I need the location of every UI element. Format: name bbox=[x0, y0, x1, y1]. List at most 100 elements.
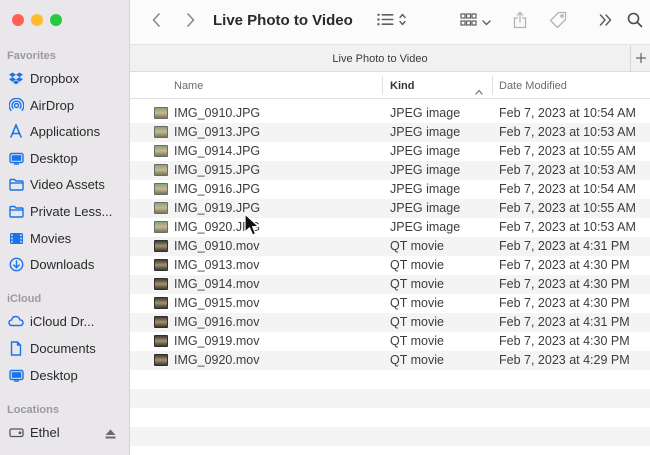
column-header-date-modified[interactable]: Date Modified bbox=[499, 80, 567, 92]
view-options-button[interactable] bbox=[372, 10, 410, 34]
file-row[interactable]: IMG_0913.JPG JPEG image Feb 7, 2023 at 10:… bbox=[130, 123, 650, 142]
sidebar-item-label: Desktop bbox=[30, 367, 78, 383]
list-view-icon bbox=[376, 13, 394, 31]
window-title: Live Photo to Video bbox=[213, 12, 353, 29]
sidebar-item-label: Dropbox bbox=[30, 70, 80, 86]
plus-icon bbox=[635, 50, 646, 68]
file-row[interactable]: IMG_0916.JPG JPEG image Feb 7, 2023 at 10:… bbox=[130, 180, 650, 199]
sidebar-item-downloads[interactable]: Downloads bbox=[0, 253, 129, 275]
column-divider[interactable] bbox=[492, 76, 493, 95]
file-row[interactable]: IMG_0915.JPG JPEG image Feb 7, 2023 at 10:… bbox=[130, 161, 650, 180]
file-row[interactable]: IMG_0914.mov QT movie Feb 7, 2023 at 4:30 … bbox=[130, 275, 650, 294]
icloud-section-title: iCloud bbox=[7, 293, 42, 305]
sidebar-item-label: Downloads bbox=[30, 256, 95, 272]
sidebar-item-airdrop[interactable]: AirDrop bbox=[0, 94, 129, 116]
forward-button[interactable] bbox=[180, 10, 200, 34]
new-tab-button[interactable] bbox=[630, 45, 650, 72]
eject-icon[interactable] bbox=[105, 426, 116, 444]
file-row[interactable]: IMG_0910.JPG JPEG image Feb 7, 2023 at 10:… bbox=[130, 104, 650, 123]
file-kind: JPEG image bbox=[390, 106, 461, 120]
file-name: IMG_0913.JPG bbox=[174, 125, 261, 139]
movies-icon bbox=[8, 230, 24, 246]
file-kind: JPEG image bbox=[390, 201, 461, 215]
image-thumbnail-icon bbox=[154, 126, 168, 138]
chevron-left-icon bbox=[152, 12, 161, 32]
file-row[interactable]: IMG_0920.mov QT movie Feb 7, 2023 at 4:29 … bbox=[130, 351, 650, 370]
tag-button[interactable] bbox=[546, 10, 570, 34]
toolbar: Live Photo to Video bbox=[130, 0, 650, 44]
file-kind: QT movie bbox=[390, 239, 444, 253]
applications-icon bbox=[8, 123, 24, 139]
file-date-modified: Feb 7, 2023 at 4:30 PM bbox=[499, 258, 630, 272]
file-row[interactable]: IMG_0913.mov QT movie Feb 7, 2023 at 4:30 … bbox=[130, 256, 650, 275]
close-window-button[interactable] bbox=[12, 14, 24, 26]
file-kind: JPEG image bbox=[390, 125, 461, 139]
file-date-modified: Feb 7, 2023 at 4:30 PM bbox=[499, 296, 630, 310]
file-date-modified: Feb 7, 2023 at 4:30 PM bbox=[499, 334, 630, 348]
file-name: IMG_0915.mov bbox=[174, 296, 260, 310]
minimize-window-button[interactable] bbox=[31, 14, 43, 26]
column-header-name[interactable]: Name bbox=[174, 80, 203, 92]
file-row[interactable]: IMG_0914.JPG JPEG image Feb 7, 2023 at 10:… bbox=[130, 142, 650, 161]
sidebar-item-icloud-desktop[interactable]: Desktop bbox=[0, 364, 129, 386]
file-kind: JPEG image bbox=[390, 163, 461, 177]
sidebar-item-icloud-drive[interactable]: iCloud Dr... bbox=[0, 310, 129, 332]
mouse-cursor-icon bbox=[244, 213, 260, 242]
chevron-right-icon bbox=[186, 12, 195, 32]
sidebar-item-applications[interactable]: Applications bbox=[0, 120, 129, 142]
file-date-modified: Feb 7, 2023 at 10:53 AM bbox=[499, 220, 636, 234]
file-name: IMG_0915.JPG bbox=[174, 163, 261, 177]
file-date-modified: Feb 7, 2023 at 10:55 AM bbox=[499, 201, 636, 215]
file-row[interactable]: IMG_0919.JPG JPEG image Feb 7, 2023 at 10:… bbox=[130, 199, 650, 218]
document-icon bbox=[8, 340, 24, 356]
folder-icon bbox=[8, 176, 24, 192]
tab-bar: Live Photo to Video bbox=[130, 44, 650, 72]
desktop-icon bbox=[8, 367, 24, 383]
window-controls bbox=[12, 14, 62, 26]
icloud-icon bbox=[8, 313, 24, 329]
file-row[interactable]: IMG_0920.JPG JPEG image Feb 7, 2023 at 10:… bbox=[130, 218, 650, 237]
column-divider[interactable] bbox=[382, 76, 383, 95]
more-toolbar-button[interactable] bbox=[596, 10, 614, 34]
sidebar-item-label: Movies bbox=[30, 230, 72, 246]
group-button[interactable] bbox=[456, 10, 494, 34]
file-row[interactable]: IMG_0916.mov QT movie Feb 7, 2023 at 4:31 … bbox=[130, 313, 650, 332]
chevron-down-icon bbox=[481, 13, 491, 31]
file-date-modified: Feb 7, 2023 at 4:30 PM bbox=[499, 277, 630, 291]
movie-thumbnail-icon bbox=[154, 316, 168, 328]
sidebar-item-private-lessons[interactable]: Private Less... bbox=[0, 200, 129, 222]
file-date-modified: Feb 7, 2023 at 10:54 AM bbox=[499, 182, 636, 196]
sidebar-item-label: Video Assets bbox=[30, 176, 105, 192]
share-button[interactable] bbox=[508, 10, 532, 34]
tab-live-photo-to-video[interactable]: Live Photo to Video bbox=[130, 53, 630, 65]
file-name: IMG_0914.JPG bbox=[174, 144, 261, 158]
empty-row bbox=[130, 427, 650, 446]
file-kind: QT movie bbox=[390, 315, 444, 329]
file-name: IMG_0910.JPG bbox=[174, 106, 261, 120]
file-kind: QT movie bbox=[390, 258, 444, 272]
file-date-modified: Feb 7, 2023 at 4:31 PM bbox=[499, 315, 630, 329]
file-row[interactable]: IMG_0915.mov QT movie Feb 7, 2023 at 4:30 … bbox=[130, 294, 650, 313]
image-thumbnail-icon bbox=[154, 183, 168, 195]
sort-ascending-icon bbox=[475, 82, 483, 100]
sidebar-item-desktop[interactable]: Desktop bbox=[0, 147, 129, 169]
column-header-bar: Name Kind Date Modified bbox=[130, 72, 650, 99]
sidebar-item-video-assets[interactable]: Video Assets bbox=[0, 173, 129, 195]
sidebar-item-label: AirDrop bbox=[30, 97, 75, 113]
zoom-window-button[interactable] bbox=[50, 14, 62, 26]
search-button[interactable] bbox=[624, 10, 646, 34]
file-name: IMG_0916.JPG bbox=[174, 182, 261, 196]
back-button[interactable] bbox=[146, 10, 166, 34]
sidebar-item-movies[interactable]: Movies bbox=[0, 227, 129, 249]
sidebar-item-ethel[interactable]: Ethel bbox=[0, 421, 129, 444]
column-header-kind[interactable]: Kind bbox=[390, 80, 414, 92]
sidebar-item-label: Desktop bbox=[30, 150, 78, 166]
file-row[interactable]: IMG_0919.mov QT movie Feb 7, 2023 at 4:30 … bbox=[130, 332, 650, 351]
file-row[interactable]: IMG_0910.mov QT movie Feb 7, 2023 at 4:31 … bbox=[130, 237, 650, 256]
sidebar-item-documents[interactable]: Documents bbox=[0, 337, 129, 359]
sidebar-item-label: Private Less... bbox=[30, 203, 113, 219]
favorites-section-title: Favorites bbox=[7, 50, 56, 62]
sidebar-item-dropbox[interactable]: Dropbox bbox=[0, 67, 129, 89]
file-date-modified: Feb 7, 2023 at 10:54 AM bbox=[499, 106, 636, 120]
file-date-modified: Feb 7, 2023 at 4:31 PM bbox=[499, 239, 630, 253]
